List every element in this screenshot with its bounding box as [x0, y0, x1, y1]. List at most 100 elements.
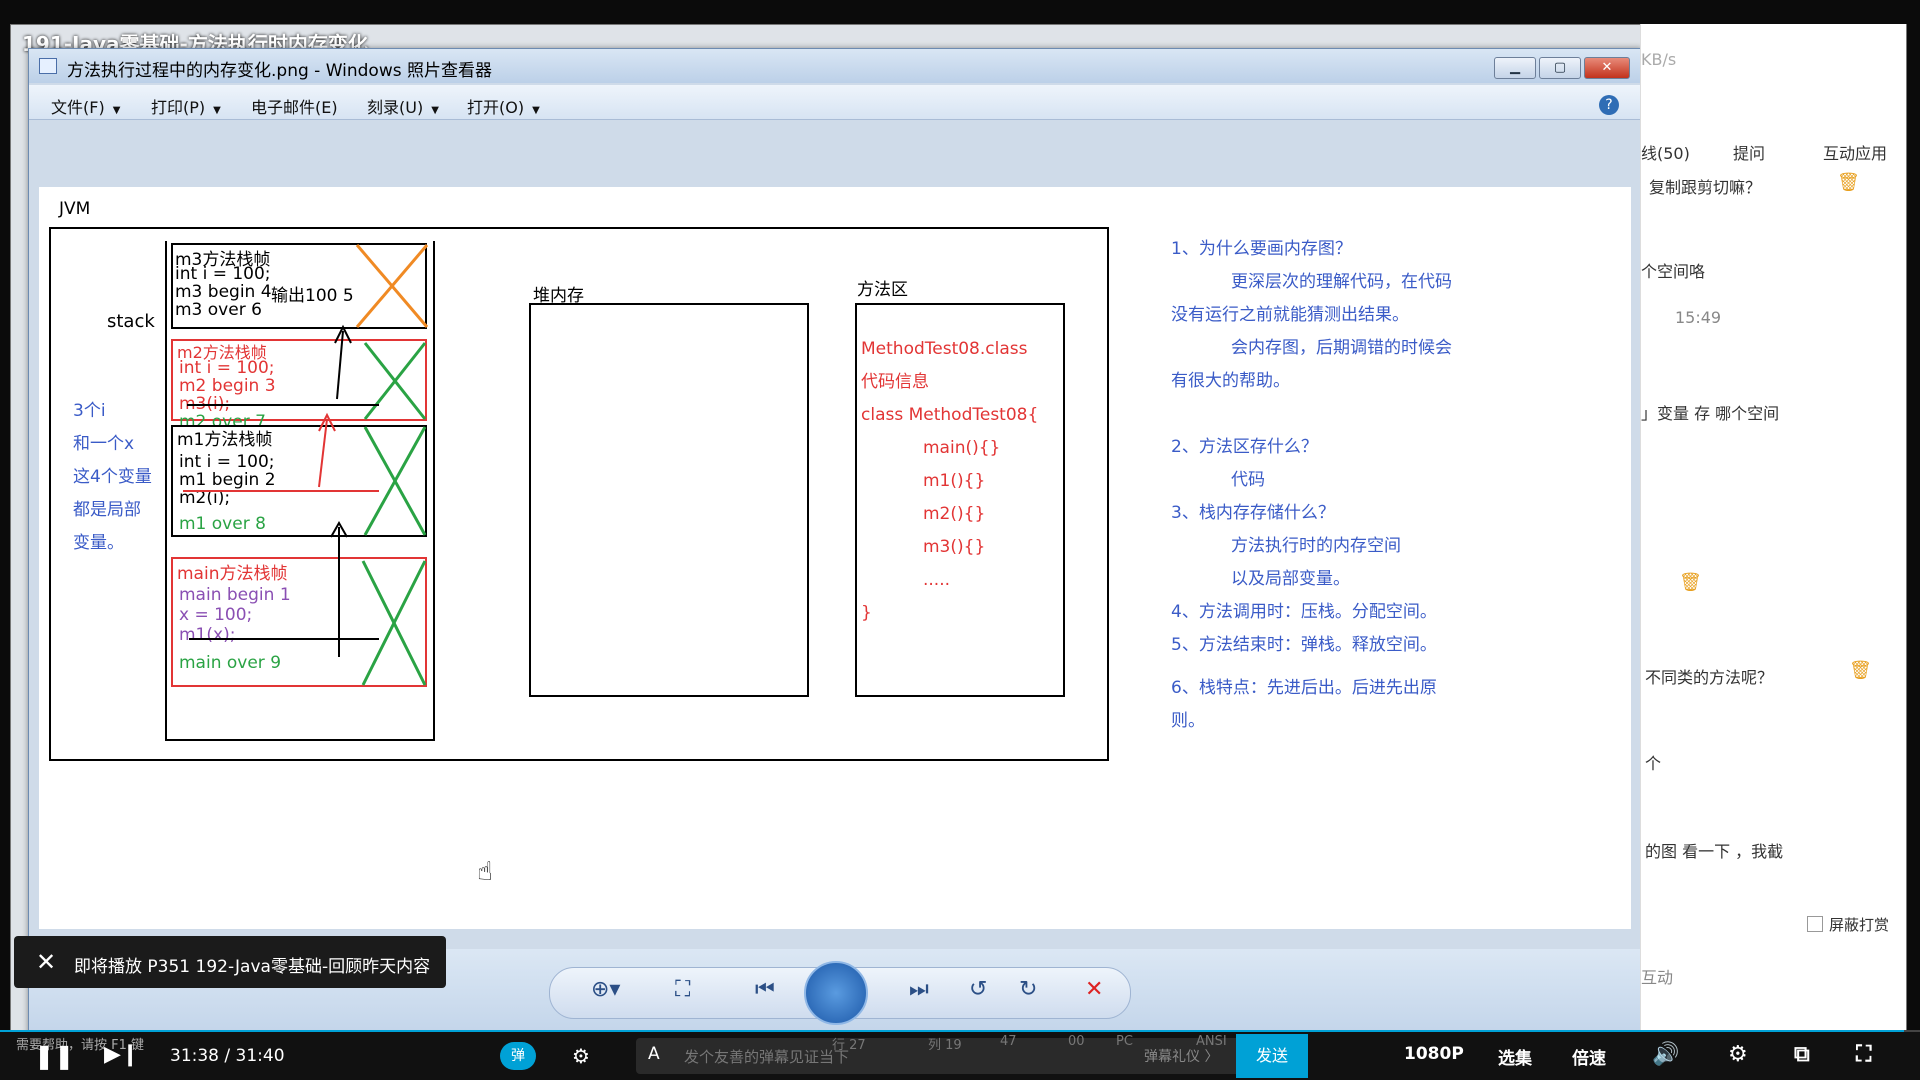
- chat-message: 不同类的方法呢？: [1645, 668, 1774, 687]
- tab-discussion[interactable]: 线(50): [1641, 140, 1690, 164]
- method-area-line: .....: [923, 570, 951, 590]
- note-line: 则。: [1171, 711, 1205, 731]
- method-area-line: class MethodTest08{: [861, 405, 1039, 425]
- status-field: 列 19: [928, 1038, 962, 1053]
- status-field: 行 27: [832, 1038, 866, 1053]
- danmaku-placeholder: 发个友善的弹幕见证当下: [684, 1048, 850, 1066]
- close-window-button[interactable]: ✕: [1584, 57, 1630, 79]
- note-spacer: [1171, 398, 1452, 431]
- danmaku-toggle-icon[interactable]: 弹: [500, 1042, 536, 1070]
- note-line: 方法执行时的内存空间: [1231, 536, 1401, 556]
- playback-speed-button[interactable]: 倍速: [1572, 1044, 1606, 1069]
- chat-message: 个: [1645, 754, 1662, 773]
- viewer-menubar: 文件(F) ▼ 打印(P) ▼ 电子邮件(E) 刻录(U) ▼ 打开(O) ▼: [29, 85, 1641, 120]
- chevron-down-icon: ▼: [431, 105, 439, 116]
- tab-interactive-apps[interactable]: 互动应用: [1823, 140, 1887, 164]
- method-area-line: m2(){}: [923, 504, 986, 524]
- zoom-icon[interactable]: ⊕▾: [591, 977, 620, 1002]
- fullscreen-icon[interactable]: ⛶: [1856, 1042, 1871, 1067]
- episodes-button[interactable]: 选集: [1498, 1044, 1532, 1069]
- chat-message: 」变量 存 哪个空间: [1641, 404, 1780, 423]
- status-field: 00: [1068, 1034, 1085, 1049]
- rotate-right-icon[interactable]: ↻: [1019, 977, 1037, 1002]
- trash-icon[interactable]: 🗑: [1837, 172, 1860, 193]
- note-line: 代码: [1231, 470, 1265, 490]
- time-display: 31:38 / 31:40: [170, 1046, 285, 1066]
- method-area-line: 代码信息: [861, 372, 929, 392]
- menu-print[interactable]: 打印(P) ▼: [151, 94, 221, 118]
- heap-box: [529, 303, 809, 697]
- trash-icon[interactable]: 🗑: [1849, 660, 1872, 681]
- menu-burn[interactable]: 刻录(U) ▼: [367, 94, 439, 118]
- note-line: 没有运行之前就能猜测出结果。: [1171, 305, 1409, 325]
- chat-timestamp: 15:49: [1675, 308, 1722, 327]
- chat-message: 复制跟剪切嘛？: [1649, 178, 1762, 197]
- up-next-toast: ✕ 即将播放 P351 192-Java零基础-回顾昨天内容: [14, 936, 446, 988]
- note-line: 会内存图，后期调错的时候会: [1231, 338, 1452, 358]
- call-arrow-m2-m3: [336, 330, 344, 400]
- method-area-line: main(){}: [923, 438, 1001, 458]
- quality-selector[interactable]: 1080P: [1404, 1044, 1464, 1064]
- note-line: 6、栈特点：先进后出。后进先出原: [1171, 678, 1437, 698]
- settings-icon[interactable]: ⚙: [1728, 1042, 1748, 1067]
- actual-size-icon[interactable]: ⛶: [675, 977, 690, 1002]
- hand-cursor-icon: ☝: [477, 857, 493, 887]
- photo-viewer-app-icon: [39, 58, 57, 74]
- delete-icon[interactable]: ✕: [1085, 977, 1103, 1002]
- note-line: 3、栈内存存储什么？: [1171, 503, 1335, 523]
- rotate-left-icon[interactable]: ↺: [969, 977, 987, 1002]
- chat-sidebar: KB/s 线(50) 提问 互动应用 复制跟剪切嘛？ 🗑 个空间咯 15:49 …: [1640, 24, 1906, 1032]
- chevron-down-icon: ▼: [112, 105, 121, 116]
- chevron-down-icon: ▼: [532, 105, 540, 116]
- method-area-line: }: [861, 603, 872, 623]
- maximize-button[interactable]: ▢: [1539, 57, 1581, 79]
- method-area-content: MethodTest08.class 代码信息 class MethodTest…: [861, 333, 1038, 630]
- note-line: 有很大的帮助。: [1171, 371, 1290, 391]
- method-area-label: 方法区: [857, 280, 908, 300]
- danmaku-etiquette-link[interactable]: 弹幕礼仪 〉: [1144, 1046, 1218, 1066]
- method-area-line: MethodTest08.class: [861, 339, 1028, 359]
- interact-label: 互动: [1641, 968, 1674, 987]
- method-area-line: m1(){}: [923, 471, 986, 491]
- close-icon[interactable]: ✕: [36, 948, 56, 976]
- pip-icon[interactable]: ⧉: [1794, 1042, 1810, 1067]
- next-episode-icon[interactable]: ▶❙: [104, 1042, 139, 1067]
- tab-questions[interactable]: 提问: [1733, 140, 1765, 164]
- network-speed: KB/s: [1641, 50, 1677, 69]
- note-line: 4、方法调用时：压栈。分配空间。: [1171, 602, 1437, 622]
- minimize-button[interactable]: ▁: [1494, 57, 1536, 79]
- chat-message: 个空间咯: [1641, 262, 1706, 281]
- pause-icon[interactable]: ❚❚: [34, 1042, 74, 1070]
- danmaku-font-icon[interactable]: A: [648, 1044, 660, 1064]
- menu-open[interactable]: 打开(O) ▼: [467, 94, 540, 118]
- viewer-titlebar[interactable]: 方法执行过程中的内存变化.png - Windows 照片查看器 ▁ ▢ ✕: [29, 49, 1641, 83]
- block-gift-checkbox[interactable]: [1807, 916, 1823, 932]
- status-field: 47: [1000, 1034, 1017, 1049]
- chevron-down-icon: ▼: [213, 105, 221, 116]
- status-field: PC: [1116, 1034, 1133, 1049]
- viewer-window-title: 方法执行过程中的内存变化.png - Windows 照片查看器: [67, 61, 492, 81]
- danmaku-settings-icon[interactable]: ⚙: [572, 1044, 590, 1068]
- slideshow-button[interactable]: [804, 961, 868, 1025]
- volume-icon[interactable]: 🔊: [1652, 1042, 1679, 1067]
- note-line: 2、方法区存什么？: [1171, 437, 1318, 457]
- menu-file[interactable]: 文件(F) ▼: [51, 94, 120, 118]
- lecture-notes: 1、为什么要画内存图？ 更深层次的理解代码，在代码 没有运行之前就能猜测出结果。…: [1171, 233, 1452, 738]
- menu-email[interactable]: 电子邮件(E): [251, 94, 338, 118]
- player-control-bar: 需要帮助，请按 F1 键 ❚❚ ▶❙ 31:38 / 31:40 弹 ⚙ A 发…: [0, 1032, 1920, 1080]
- next-icon[interactable]: ⏭: [909, 977, 929, 1002]
- image-canvas: JVM stack 3个i 和一个x 这4个变量 都是局部 变量。 m3方法栈帧…: [39, 187, 1631, 929]
- help-icon[interactable]: ?: [1599, 95, 1619, 115]
- photo-viewer-window: 方法执行过程中的内存变化.png - Windows 照片查看器 ▁ ▢ ✕ 文…: [28, 48, 1642, 1036]
- block-gift-label: 屏蔽打赏: [1829, 916, 1890, 934]
- method-area-line: m3(){}: [923, 537, 986, 557]
- note-line: 更深层次的理解代码，在代码: [1231, 272, 1452, 292]
- up-next-text[interactable]: 即将播放 P351 192-Java零基础-回顾昨天内容: [74, 952, 430, 977]
- note-line: 5、方法结束时：弹栈。释放空间。: [1171, 635, 1437, 655]
- trash-icon[interactable]: 🗑: [1679, 572, 1702, 593]
- previous-icon[interactable]: ⏮: [755, 977, 775, 1002]
- send-danmaku-button[interactable]: 发送: [1236, 1034, 1308, 1078]
- note-line: 1、为什么要画内存图？: [1171, 239, 1352, 259]
- note-line: 以及局部变量。: [1231, 569, 1350, 589]
- chat-message: 的图 看一下 ，我截: [1645, 842, 1784, 861]
